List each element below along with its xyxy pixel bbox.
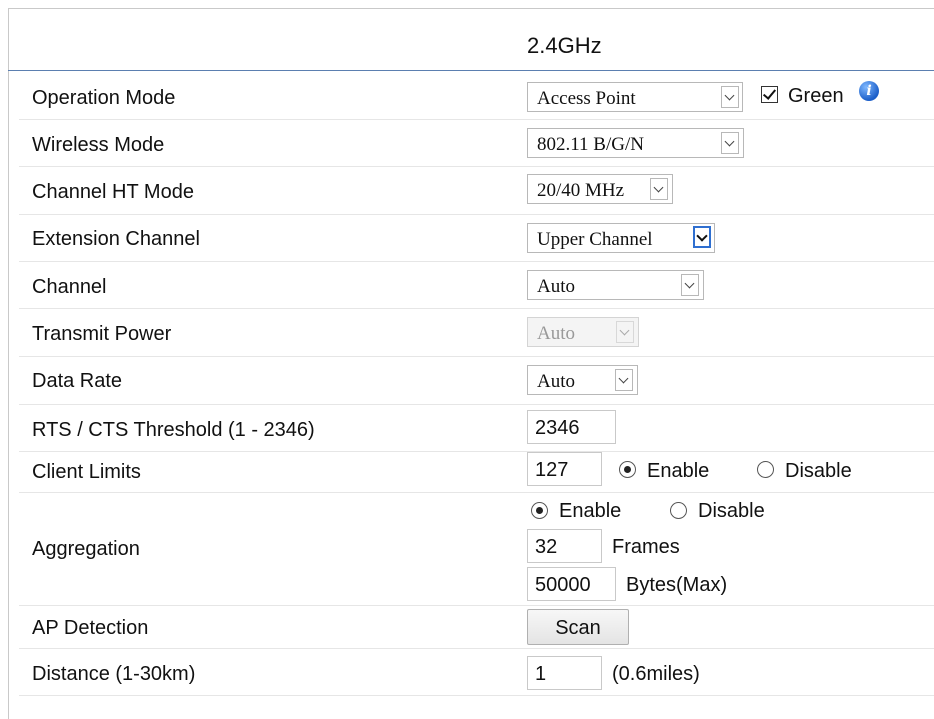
channel-ht-mode-label: Channel HT Mode bbox=[32, 181, 194, 203]
row-data-rate: Data Rate Auto bbox=[19, 357, 934, 405]
aggregation-bytes-label: Bytes(Max) bbox=[626, 574, 728, 596]
client-limits-label: Client Limits bbox=[32, 461, 141, 483]
aggregation-enable-label: Enable bbox=[559, 500, 622, 522]
channel-label: Channel bbox=[32, 276, 107, 298]
aggregation-bytes-value: 50000 bbox=[535, 574, 591, 596]
band-title: 2.4GHz bbox=[527, 33, 602, 58]
row-aggregation: Aggregation Enable Disable 32 Frames 500… bbox=[19, 493, 934, 606]
row-distance: Distance (1-30km) 1 (0.6miles) bbox=[19, 649, 934, 696]
channel-ht-mode-select[interactable]: 20/40 MHz bbox=[527, 174, 673, 204]
green-label: Green bbox=[788, 85, 844, 107]
row-transmit-power: Transmit Power Auto bbox=[19, 309, 934, 357]
client-limits-input[interactable]: 127 bbox=[527, 452, 602, 486]
chevron-down-icon bbox=[721, 132, 739, 154]
row-ap-detection: AP Detection Scan bbox=[19, 606, 934, 649]
row-operation-mode: Operation Mode Access Point Green i bbox=[19, 71, 934, 120]
transmit-power-label: Transmit Power bbox=[32, 323, 172, 345]
row-channel-ht-mode: Channel HT Mode 20/40 MHz bbox=[19, 167, 934, 215]
row-rts-cts: RTS / CTS Threshold (1 - 2346) 2346 bbox=[19, 405, 934, 452]
channel-select[interactable]: Auto bbox=[527, 270, 704, 300]
aggregation-label: Aggregation bbox=[32, 538, 140, 560]
distance-value: 1 bbox=[535, 663, 547, 685]
client-limits-enable-radio[interactable] bbox=[619, 461, 636, 478]
aggregation-disable-label: Disable bbox=[698, 500, 765, 522]
aggregation-bytes-input[interactable]: 50000 bbox=[527, 567, 616, 601]
chevron-down-icon bbox=[616, 321, 634, 343]
operation-mode-value: Access Point bbox=[537, 88, 636, 109]
scan-button-label: Scan bbox=[555, 617, 601, 639]
aggregation-enable-radio[interactable] bbox=[531, 502, 548, 519]
data-rate-value: Auto bbox=[537, 371, 575, 392]
wireless-mode-label: Wireless Mode bbox=[32, 134, 165, 156]
channel-value: Auto bbox=[537, 276, 575, 297]
row-extension-channel: Extension Channel Upper Channel bbox=[19, 215, 934, 262]
client-limits-disable-label: Disable bbox=[785, 460, 852, 482]
wireless-mode-select[interactable]: 802.11 B/G/N bbox=[527, 128, 744, 158]
wireless-mode-value: 802.11 B/G/N bbox=[537, 134, 644, 155]
transmit-power-select: Auto bbox=[527, 317, 639, 347]
chevron-down-icon bbox=[721, 86, 739, 108]
channel-ht-mode-value: 20/40 MHz bbox=[537, 180, 625, 201]
green-checkbox[interactable] bbox=[761, 86, 778, 103]
transmit-power-value: Auto bbox=[537, 323, 575, 344]
chevron-down-icon bbox=[615, 369, 633, 391]
aggregation-disable-radio[interactable] bbox=[670, 502, 687, 519]
info-icon[interactable]: i bbox=[859, 81, 879, 101]
band-header: 2.4GHz bbox=[8, 8, 934, 71]
aggregation-frames-label: Frames bbox=[612, 536, 680, 558]
distance-input[interactable]: 1 bbox=[527, 656, 602, 690]
aggregation-frames-input[interactable]: 32 bbox=[527, 529, 602, 563]
chevron-down-icon bbox=[681, 274, 699, 296]
extension-channel-value: Upper Channel bbox=[537, 229, 653, 250]
rts-cts-value: 2346 bbox=[535, 417, 580, 439]
rts-cts-input[interactable]: 2346 bbox=[527, 410, 616, 444]
client-limits-enable-label: Enable bbox=[647, 460, 710, 482]
operation-mode-label: Operation Mode bbox=[32, 87, 176, 109]
scan-button[interactable]: Scan bbox=[527, 609, 629, 645]
chevron-down-icon bbox=[650, 178, 668, 200]
data-rate-select[interactable]: Auto bbox=[527, 365, 638, 395]
distance-miles-note: (0.6miles) bbox=[612, 663, 700, 685]
chevron-down-icon bbox=[693, 226, 711, 248]
extension-channel-label: Extension Channel bbox=[32, 228, 200, 250]
client-limits-disable-radio[interactable] bbox=[757, 461, 774, 478]
rts-cts-label: RTS / CTS Threshold (1 - 2346) bbox=[32, 419, 315, 441]
aggregation-frames-value: 32 bbox=[535, 536, 558, 558]
distance-label: Distance (1-30km) bbox=[32, 663, 196, 685]
extension-channel-select[interactable]: Upper Channel bbox=[527, 223, 715, 253]
row-wireless-mode: Wireless Mode 802.11 B/G/N bbox=[19, 120, 934, 167]
data-rate-label: Data Rate bbox=[32, 370, 123, 392]
ap-detection-label: AP Detection bbox=[32, 617, 149, 639]
operation-mode-select[interactable]: Access Point bbox=[527, 82, 743, 112]
client-limits-value: 127 bbox=[535, 459, 569, 481]
row-client-limits: Client Limits 127 Enable Disable bbox=[19, 452, 934, 493]
row-channel: Channel Auto bbox=[19, 262, 934, 309]
